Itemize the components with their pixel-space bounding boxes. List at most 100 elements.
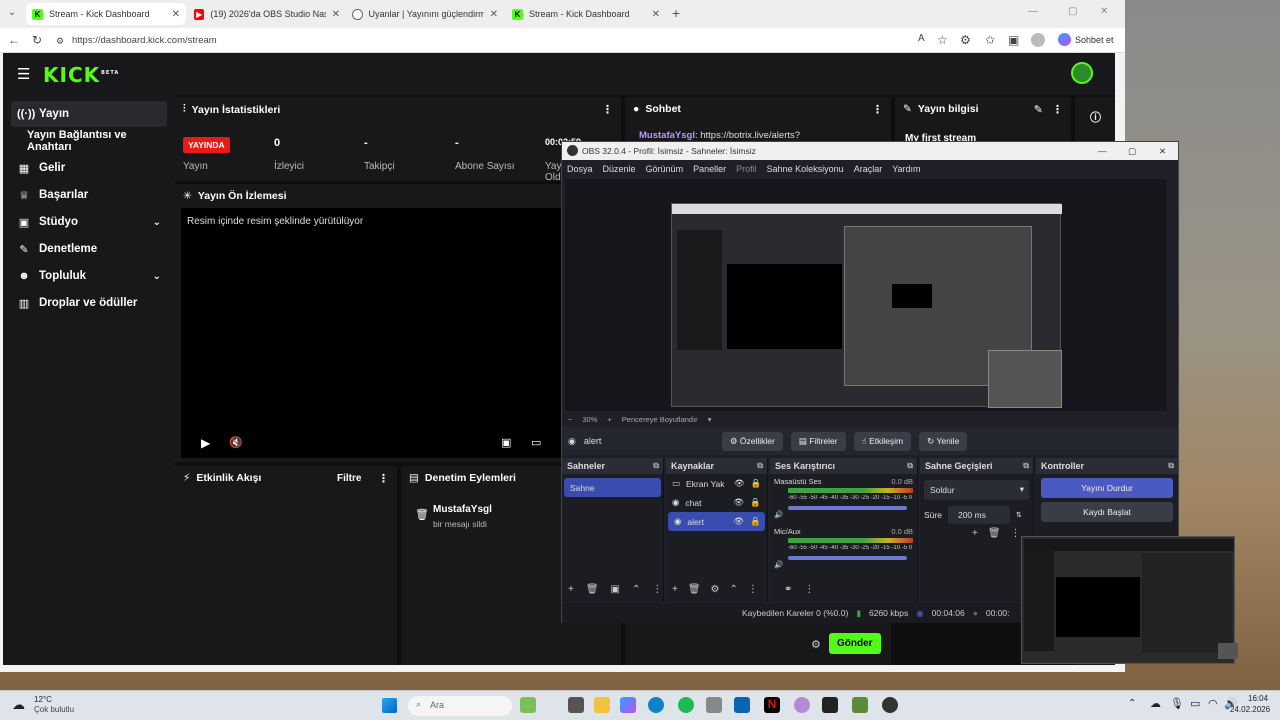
chevron-down-icon[interactable]: ▾ xyxy=(708,415,712,424)
play-icon[interactable]: ▶ xyxy=(201,436,210,450)
add-icon[interactable]: + xyxy=(672,584,678,595)
theater-icon[interactable]: ▭ xyxy=(531,436,541,449)
close-window-icon[interactable]: ✕ xyxy=(1100,6,1108,17)
copilot-app-icon[interactable] xyxy=(620,697,636,713)
back-icon[interactable]: ← xyxy=(8,33,20,47)
video-player[interactable]: Resim içinde resim şeklinde yürütülüyor … xyxy=(181,208,615,458)
popout-icon[interactable]: ⧉ xyxy=(1023,458,1029,474)
remove-icon[interactable]: 🗑 xyxy=(688,584,701,595)
obs-preview[interactable] xyxy=(565,179,1167,411)
menu-sahne-koleksiyonu[interactable]: Sahne Koleksiyonu xyxy=(767,164,844,174)
transition-select[interactable]: Soldur ▾ xyxy=(924,480,1029,500)
window-thumbnail-preview[interactable] xyxy=(1021,536,1238,664)
more-icon[interactable]: ⋮ xyxy=(1052,103,1063,116)
new-tab-icon[interactable]: + xyxy=(672,5,680,21)
up-icon[interactable]: ⌃ xyxy=(632,584,640,595)
file-explorer-icon[interactable] xyxy=(594,697,610,713)
sidebar-item-yayin[interactable]: ((·)) Yayın xyxy=(11,101,167,127)
source-item[interactable]: ◉ alert 👁 🔒 xyxy=(668,512,765,531)
pip-icon[interactable]: ▣ xyxy=(501,436,511,449)
more-icon[interactable]: . xyxy=(1035,33,1038,47)
mic-icon[interactable]: 🎙 xyxy=(1170,697,1184,710)
start-recording-button[interactable]: Kaydı Başlat xyxy=(1041,502,1173,522)
filter-icon[interactable]: ▣ xyxy=(611,584,620,595)
speaker-icon[interactable]: 🔊 xyxy=(774,510,783,519)
source-item[interactable]: ◉ chat 👁 🔒 xyxy=(666,493,767,512)
minecraft-icon[interactable] xyxy=(852,697,868,713)
photos-icon[interactable] xyxy=(706,697,722,713)
eye-icon[interactable]: 👁 xyxy=(733,497,744,508)
source-item[interactable]: ▭ Ekran Yak 👁 🔒 xyxy=(666,474,767,493)
eye-icon[interactable]: 👁 xyxy=(733,516,744,527)
popout-icon[interactable]: ⧉ xyxy=(757,458,763,474)
tab-youtube[interactable]: ▶ (19) 2026'da OBS Studio Nasıl Kull ✕ xyxy=(188,3,346,25)
netflix-icon[interactable]: N xyxy=(764,697,780,713)
favorite-star-icon[interactable]: ☆ xyxy=(937,33,948,47)
menu-dosya[interactable]: Dosya xyxy=(567,164,593,174)
mute-icon[interactable]: 🔇 xyxy=(229,436,243,449)
edge-icon[interactable] xyxy=(648,697,664,713)
more-icon[interactable]: ⋮ xyxy=(1011,528,1021,539)
site-info-icon[interactable]: ⚙ xyxy=(56,33,64,49)
remove-icon[interactable]: 🗑 xyxy=(988,528,1001,539)
weather-temp[interactable]: 12°C xyxy=(34,695,52,704)
menu-duzenle[interactable]: Düzenle xyxy=(603,164,636,174)
maximize-icon[interactable]: ▢ xyxy=(1068,6,1077,17)
close-tab-icon[interactable]: ✕ xyxy=(652,9,660,20)
sidebar-item-denetleme[interactable]: ✎ Denetleme xyxy=(11,236,167,262)
favorites-icon[interactable]: ✩ xyxy=(985,33,995,47)
taskbar-search[interactable]: ⌕ Ara xyxy=(408,696,512,716)
sidebar-item-droplar[interactable]: ▥ Droplar ve ödüller xyxy=(11,290,167,316)
add-icon[interactable]: + xyxy=(972,528,978,539)
menu-yardim[interactable]: Yardım xyxy=(892,164,920,174)
menu-paneller[interactable]: Paneller xyxy=(693,164,726,174)
tab-kick-dashboard-2[interactable]: K Stream - Kick Dashboard ✕ xyxy=(506,3,666,25)
minimize-icon[interactable]: — xyxy=(1098,142,1107,160)
sidebar-item-topluluk[interactable]: ☻ Topluluk ⌄ xyxy=(11,263,167,289)
add-icon[interactable]: + xyxy=(568,584,574,595)
chat-username[interactable]: MustafaYsgl xyxy=(639,130,695,141)
tab-list-icon[interactable]: ⌄ xyxy=(8,7,16,18)
close-tab-icon[interactable]: ✕ xyxy=(490,9,498,20)
clock-time[interactable]: 16:04 xyxy=(1248,694,1268,703)
extensions-icon[interactable]: ⚙ xyxy=(960,33,971,47)
more-icon[interactable]: ⋮ xyxy=(378,472,389,485)
widgets-icon[interactable] xyxy=(520,697,536,713)
refresh-button[interactable]: ↻ Yenile xyxy=(919,431,968,451)
task-view-icon[interactable] xyxy=(568,697,584,713)
windows-start-icon[interactable] xyxy=(382,698,397,713)
refresh-icon[interactable]: ↻ xyxy=(32,33,42,47)
more-icon[interactable]: ⋮ xyxy=(748,584,758,595)
speaker-icon[interactable]: 🔊 xyxy=(774,560,783,569)
remove-icon[interactable]: 🗑 xyxy=(586,584,599,595)
popout-icon[interactable]: ⧉ xyxy=(653,458,659,474)
moderation-user[interactable]: MustafaYsgl xyxy=(433,504,492,515)
gear-icon[interactable]: ⚙ xyxy=(711,584,720,595)
davinci-icon[interactable] xyxy=(794,697,810,713)
lock-icon[interactable]: 🔒 xyxy=(750,516,761,527)
sidebar-item-gelir[interactable]: ▦ Gelir xyxy=(11,155,167,181)
cloud-icon[interactable]: ☁ xyxy=(1150,697,1161,710)
popout-icon[interactable]: ⧉ xyxy=(1168,458,1174,474)
volume-slider[interactable] xyxy=(788,506,907,510)
more-icon[interactable]: ⋮ xyxy=(652,584,662,595)
display-icon[interactable]: ▭ xyxy=(1190,697,1200,710)
menu-profil[interactable]: Profil xyxy=(736,164,757,174)
minimize-icon[interactable]: — xyxy=(1028,6,1038,17)
zoom-in-icon[interactable]: + xyxy=(607,415,611,424)
interact-button[interactable]: ☝ Etkileşim xyxy=(853,431,912,451)
sohbet-et-button[interactable]: Sohbet et xyxy=(1075,35,1114,45)
sidebar-item-yayin-baglantisi[interactable]: Yayın Bağlantısı ve Anahtarı xyxy=(11,128,167,154)
more-icon[interactable]: ⋮ xyxy=(804,584,814,595)
weather-icon[interactable]: ☁ xyxy=(12,697,25,713)
close-icon[interactable]: ✕ xyxy=(1159,142,1166,160)
send-button[interactable]: Gönder xyxy=(829,633,881,654)
outlook-icon[interactable] xyxy=(734,697,750,713)
kick-logo[interactable]: KICKBETA xyxy=(43,63,119,87)
user-avatar[interactable] xyxy=(1071,62,1093,84)
filters-button[interactable]: ▤ Filtreler xyxy=(790,431,846,451)
read-aloud-icon[interactable]: A xyxy=(918,33,925,44)
sidebar-item-basarilar[interactable]: ♕ Başarılar xyxy=(11,182,167,208)
properties-button[interactable]: ⚙ Özellikler xyxy=(721,431,783,451)
popout-icon[interactable]: ⧉ xyxy=(907,458,913,474)
